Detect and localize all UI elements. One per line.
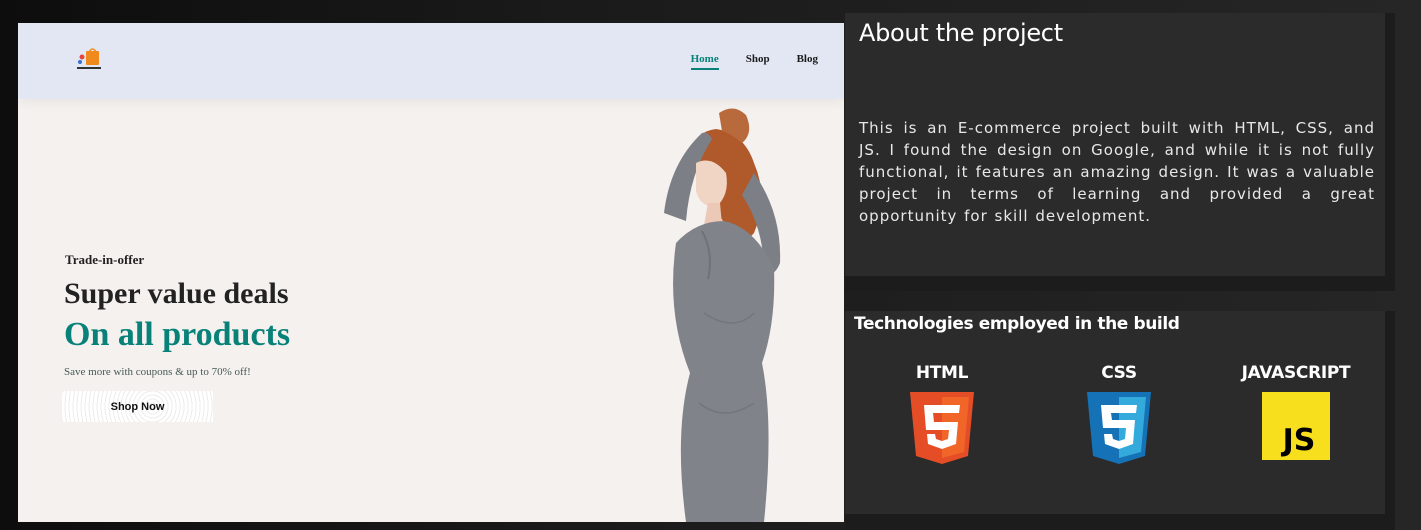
html5-icon [910,392,974,464]
preview-nav: Home Shop Blog [690,53,818,70]
javascript-icon: JS [1262,392,1330,460]
css3-icon [1087,392,1151,464]
nav-blog[interactable]: Blog [797,53,818,65]
shop-logo-icon[interactable] [74,45,104,73]
hero-heading: Super value deals [64,277,289,310]
svg-text:JS: JS [1281,423,1316,458]
tech-label-html: HTML [915,363,969,383]
hero-subtext: Save more with coupons & up to 70% off! [64,366,251,378]
tech-item-javascript: JAVASCRIPT JS [1236,363,1356,460]
tech-item-css: CSS [1059,363,1179,464]
hero-model-image [664,108,781,522]
about-panel: About the project This is an E-commerce … [845,13,1385,276]
technologies-panel: Technologies employed in the build HTML … [845,311,1385,514]
tech-label-javascript: JAVASCRIPT [1241,363,1351,383]
hero-highlight: On all products [64,316,291,353]
technologies-title: Technologies employed in the build [854,314,1180,334]
hero-kicker: Trade-in-offer [65,252,145,267]
project-preview: Home Shop Blog Trade-in-offer Super valu… [18,23,844,522]
about-title: About the project [859,19,1063,47]
shop-now-button[interactable]: Shop Now [62,391,213,422]
preview-header: Home Shop Blog [18,23,844,99]
nav-home[interactable]: Home [690,53,719,70]
nav-shop[interactable]: Shop [746,53,770,65]
tech-label-css: CSS [1101,363,1137,383]
about-description: This is an E-commerce project built with… [859,119,1375,225]
tech-item-html: HTML [882,363,1002,464]
